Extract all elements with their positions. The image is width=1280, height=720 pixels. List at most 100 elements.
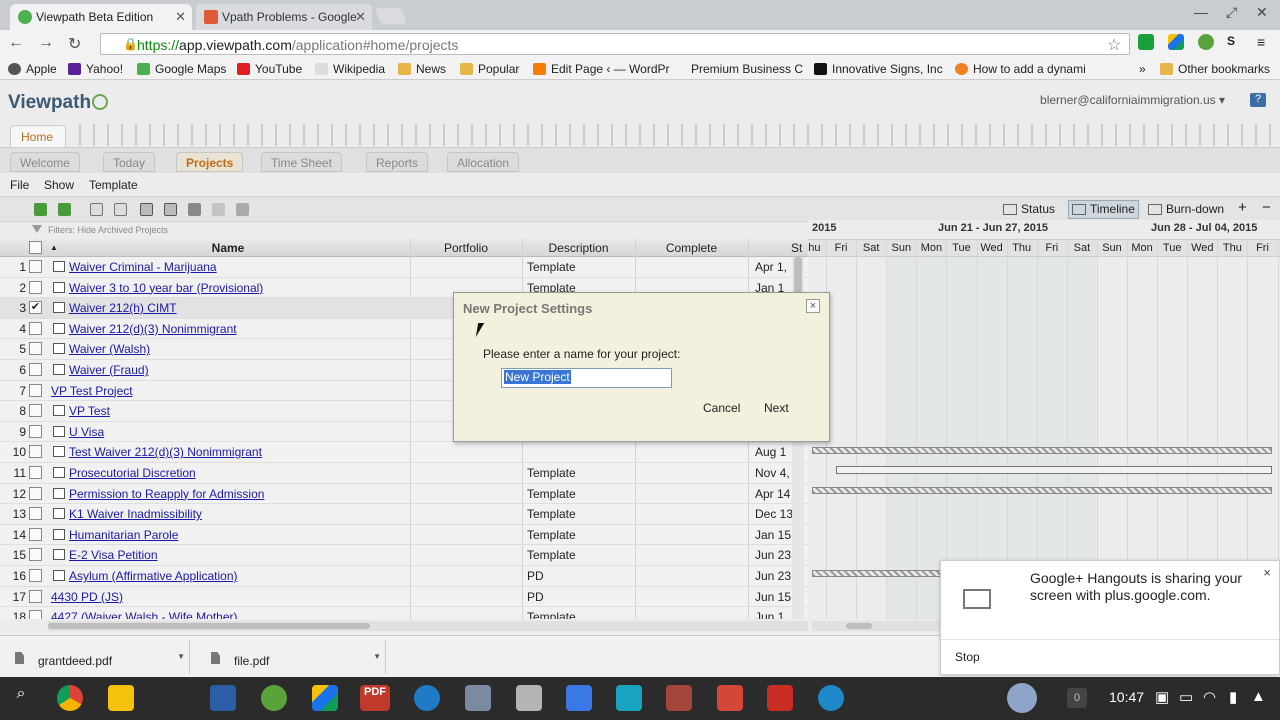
back-arrow-icon[interactable]: ← (8, 34, 24, 52)
menu-template[interactable]: Template (89, 178, 138, 192)
timeline-view-button[interactable]: Timeline (1068, 200, 1139, 219)
row-checkbox[interactable] (29, 548, 42, 562)
gmail-icon[interactable] (717, 685, 743, 711)
bookmark-popular[interactable]: Popular (460, 62, 519, 76)
project-name-link[interactable]: Asylum (Affirmative Application) (69, 569, 238, 583)
tab-projects[interactable]: Projects (176, 152, 244, 172)
menu-icon[interactable]: ≡ (1257, 34, 1273, 50)
project-name-link[interactable]: K1 Waiver Inadmissibility (69, 507, 202, 521)
project-name-link[interactable]: VP Test Project (51, 384, 133, 398)
mail-icon[interactable] (210, 685, 236, 711)
table-row[interactable]: 12 Permission to Reapply for Admission Tem… (0, 484, 808, 505)
table-row[interactable]: 17 4430 PD (JS) PD Jun 15 (0, 587, 808, 608)
zoom-out-icon[interactable]: − (1262, 199, 1271, 216)
row-checkbox[interactable] (29, 383, 42, 397)
bookmark-star-icon[interactable]: ☆ (1107, 35, 1121, 55)
tab-time-sheet[interactable]: Time Sheet (261, 152, 342, 172)
project-name-link[interactable]: Prosecutorial Discretion (69, 466, 196, 480)
bookmark-apple[interactable]: Apple (8, 62, 57, 76)
column-start[interactable]: St (748, 241, 808, 255)
forward-arrow-icon[interactable]: → (38, 34, 54, 52)
stop-sharing-button[interactable]: Stop (941, 639, 1279, 675)
cancel-button[interactable]: Cancel (703, 401, 740, 415)
filter-row[interactable]: Filters: Hide Archived Projects (0, 222, 808, 239)
unassign-icon[interactable] (212, 203, 225, 216)
files-icon[interactable] (818, 685, 844, 711)
project-name-input[interactable]: New Project (501, 368, 672, 388)
docs-icon[interactable] (566, 685, 592, 711)
table-row[interactable]: 11 Prosecutorial Discretion Template Nov 4, (0, 463, 808, 484)
tab-viewpath[interactable]: Viewpath Beta Edition ✕ (10, 4, 192, 30)
table-row[interactable]: 10 Test Waiver 212(d)(3) Nonimmigrant Aug … (0, 442, 808, 463)
help-icon[interactable]: ? (1250, 93, 1266, 107)
project-name-link[interactable]: U Visa (69, 425, 104, 439)
row-checkbox[interactable] (29, 260, 42, 273)
table-row[interactable]: 18 4427 (Waiver Walsh - Wife Mother) Templ… (0, 607, 808, 619)
row-checkbox[interactable] (29, 342, 42, 356)
extension-sm-icon[interactable]: S (1227, 34, 1243, 50)
project-name-link[interactable]: Permission to Reapply for Admission (69, 487, 264, 501)
drive-icon[interactable] (312, 685, 338, 711)
project-name-link[interactable]: 4430 PD (JS) (51, 590, 123, 604)
bookmark-other[interactable]: Other bookmarks (1160, 62, 1270, 76)
column-description[interactable]: Description (522, 241, 635, 255)
row-checkbox[interactable] (29, 507, 42, 521)
lock-status-icon[interactable]: ▣ (1155, 688, 1169, 706)
bookmark-how-to-add[interactable]: How to add a dynami (955, 62, 1086, 76)
menu-file[interactable]: File (10, 178, 29, 192)
project-bar[interactable] (812, 487, 1272, 494)
row-checkbox[interactable] (29, 486, 42, 500)
close-window-icon[interactable]: ✕ (1256, 4, 1268, 21)
url-input[interactable]: 🔒 https://app.viewpath.com/application#h… (100, 33, 1130, 55)
notification-count-badge[interactable]: 0 (1067, 688, 1087, 708)
close-tab-icon[interactable]: ✕ (175, 9, 186, 25)
select-all-checkbox[interactable] (29, 241, 42, 254)
row-checkbox[interactable] (29, 589, 42, 603)
remote-desktop-icon[interactable] (465, 685, 491, 711)
bookmark-innovative-signs[interactable]: Innovative Signs, Inc (814, 62, 943, 76)
row-checkbox[interactable] (29, 569, 42, 582)
assign-icon[interactable] (188, 203, 201, 216)
reload-icon[interactable]: ↻ (68, 34, 81, 54)
project-name-link[interactable]: VP Test (69, 404, 110, 418)
bookmark-google-maps[interactable]: Google Maps (137, 62, 226, 76)
search-icon[interactable]: ⌕ (8, 685, 34, 711)
tab-reports[interactable]: Reports (366, 152, 429, 172)
project-name-link[interactable]: Waiver (Walsh) (69, 342, 150, 356)
bookmark-edit-page[interactable]: Edit Page ‹ — WordPr (533, 62, 670, 76)
clipboard-icon[interactable] (616, 685, 642, 711)
bookmark-wikipedia[interactable]: Wikipedia (315, 62, 385, 76)
settings-icon[interactable]: ▲ (1251, 688, 1266, 705)
system-clock[interactable]: 10:47 (1109, 689, 1144, 705)
project-name-link[interactable]: Waiver 3 to 10 year bar (Provisional) (69, 281, 263, 295)
tab-allocation[interactable]: Allocation (447, 152, 520, 172)
cast-icon[interactable]: ▭ (1179, 688, 1193, 706)
acrobat-icon[interactable] (767, 685, 793, 711)
project-name-link[interactable]: Waiver (Fraud) (69, 363, 149, 377)
column-name[interactable]: Name (46, 241, 410, 255)
row-checkbox[interactable] (29, 280, 42, 294)
project-name-link[interactable]: Test Waiver 212(d)(3) Nonimmigrant (69, 445, 262, 459)
chrome-icon[interactable] (57, 685, 83, 711)
bookmark-news[interactable]: News (398, 62, 446, 76)
project-name-link[interactable]: E-2 Visa Petition (69, 548, 158, 562)
bookmark-premium-business[interactable]: Premium Business C (673, 62, 803, 76)
user-menu[interactable]: blerner@californiaimmigration.us ▾ (1040, 93, 1225, 107)
menu-show[interactable]: Show (44, 178, 74, 192)
edit-icon[interactable] (114, 203, 127, 216)
tab-today[interactable]: Today (103, 152, 156, 172)
project-name-link[interactable]: Waiver Criminal - Marijuana (69, 260, 217, 274)
notification-close-button[interactable]: × (1263, 565, 1271, 580)
pdf-viewer-icon[interactable] (666, 685, 692, 711)
table-row[interactable]: 13 K1 Waiver Inadmissibility Template Dec 1… (0, 504, 808, 525)
drive-icon[interactable] (1168, 34, 1184, 50)
dropdown-arrow-icon[interactable]: ▼ (177, 652, 185, 661)
dropdown-arrow-icon[interactable]: ▼ (373, 652, 381, 661)
new-project-icon[interactable] (90, 203, 103, 216)
project-name-link[interactable]: Waiver 212(h) CIMT (69, 301, 177, 315)
close-tab-icon[interactable]: ✕ (355, 9, 366, 25)
puzzle-icon[interactable] (261, 685, 287, 711)
evernote-icon[interactable] (1198, 34, 1214, 50)
export-icon[interactable] (164, 203, 177, 216)
project-name-link[interactable]: Waiver 212(d)(3) Nonimmigrant (69, 322, 237, 336)
